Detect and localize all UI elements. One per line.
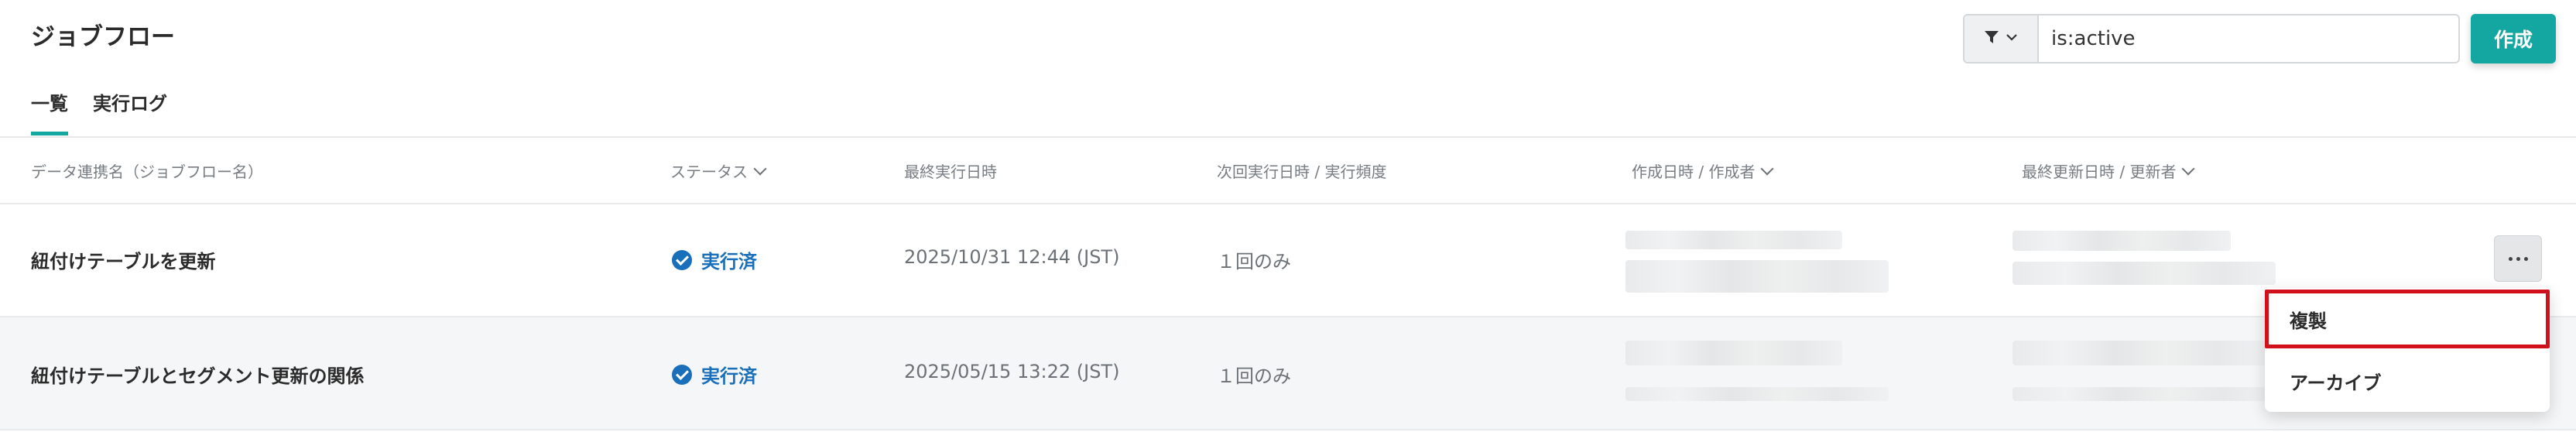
more-icon bbox=[2508, 256, 2513, 261]
tab-overview[interactable]: 一覧 bbox=[31, 88, 68, 115]
column-header-next-run: 次回実行日時 / 実行頻度 bbox=[1217, 159, 1386, 182]
redacted-created-date bbox=[1625, 341, 1842, 365]
filter-dropdown-button[interactable] bbox=[1965, 15, 2039, 62]
redacted-updater bbox=[2012, 387, 2276, 401]
row-actions-button[interactable] bbox=[2494, 235, 2542, 282]
menu-item-duplicate[interactable]: 複製 bbox=[2265, 290, 2550, 348]
last-run-datetime: 2025/05/15 13:22 (JST) bbox=[904, 361, 1120, 382]
column-header-name: データ連携名（ジョブフロー名） bbox=[31, 159, 263, 182]
row-divider bbox=[0, 429, 2576, 430]
column-header-created[interactable]: 作成日時 / 作成者 bbox=[1632, 159, 1774, 182]
column-header-label: ステータス bbox=[670, 163, 748, 181]
column-header-label: 最終実行日時 bbox=[904, 163, 997, 181]
row-divider bbox=[0, 316, 2576, 317]
last-run-datetime: 2025/10/31 12:44 (JST) bbox=[904, 246, 1120, 268]
more-icon-dot bbox=[2516, 256, 2520, 261]
row-divider bbox=[0, 203, 2576, 204]
tabs-divider bbox=[0, 136, 2576, 138]
jobflow-name[interactable]: 紐付けテーブルを更新 bbox=[31, 246, 216, 273]
page-title: ジョブフロー bbox=[31, 23, 175, 51]
chevron-down-icon bbox=[2181, 162, 2195, 175]
redacted-updated-date bbox=[2012, 231, 2231, 251]
next-run-frequency: １回のみ bbox=[1217, 251, 1291, 273]
redacted-creator bbox=[1625, 260, 1889, 293]
column-header-updated[interactable]: 最終更新日時 / 更新者 bbox=[2022, 159, 2195, 182]
status-label: 実行済 bbox=[701, 251, 757, 273]
tab-execution-log[interactable]: 実行ログ bbox=[93, 88, 167, 115]
column-header-label: データ連携名（ジョブフロー名） bbox=[31, 163, 263, 181]
status-badge: 実行済 bbox=[672, 361, 757, 388]
active-tab-indicator bbox=[31, 132, 68, 135]
filter-icon bbox=[1984, 29, 1999, 48]
menu-item-archive[interactable]: アーカイブ bbox=[2265, 351, 2550, 410]
next-run-frequency: １回のみ bbox=[1217, 365, 1291, 387]
column-header-label: 作成日時 / 作成者 bbox=[1632, 163, 1756, 181]
check-circle-icon bbox=[672, 249, 692, 270]
column-header-last-run: 最終実行日時 bbox=[904, 159, 997, 182]
column-header-label: 最終更新日時 / 更新者 bbox=[2022, 163, 2177, 181]
column-header-label: 次回実行日時 / 実行頻度 bbox=[1217, 163, 1387, 181]
redacted-updated-date bbox=[2012, 341, 2268, 365]
check-circle-icon bbox=[672, 364, 692, 385]
jobflow-name[interactable]: 紐付けテーブルとセグメント更新の関係 bbox=[31, 361, 365, 388]
row-actions-menu: 複製 アーカイブ bbox=[2265, 288, 2550, 412]
create-button[interactable]: 作成 bbox=[2471, 14, 2556, 63]
status-label: 実行済 bbox=[701, 365, 757, 387]
redacted-updater bbox=[2012, 262, 2276, 285]
redacted-creator bbox=[1625, 387, 1889, 401]
chevron-down-icon bbox=[753, 162, 767, 175]
chevron-down-icon bbox=[1760, 162, 1774, 175]
search-input[interactable] bbox=[2039, 15, 2458, 62]
more-icon-dot bbox=[2523, 256, 2528, 261]
chevron-down-icon bbox=[2006, 31, 2018, 46]
search-filter-bar bbox=[1963, 14, 2460, 63]
column-header-status[interactable]: ステータス bbox=[670, 159, 767, 182]
status-badge: 実行済 bbox=[672, 246, 757, 273]
redacted-created-date bbox=[1625, 231, 1842, 249]
